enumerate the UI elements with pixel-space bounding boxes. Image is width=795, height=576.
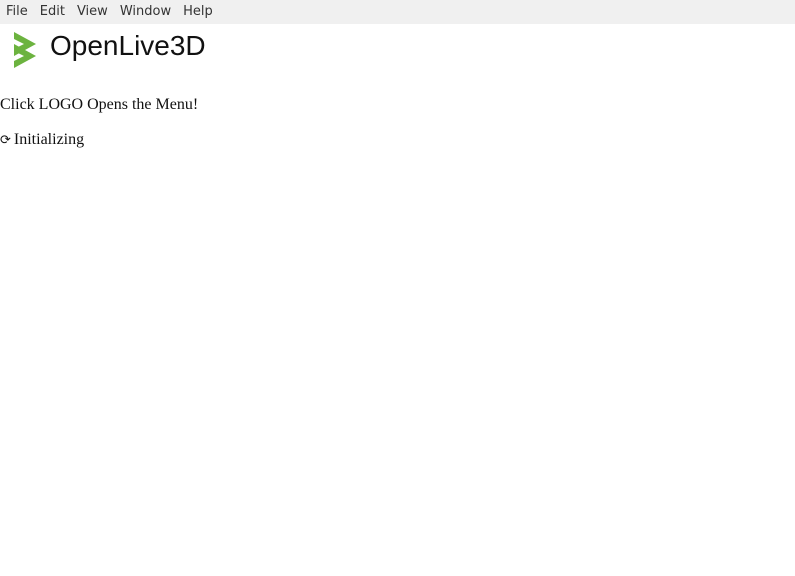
menu-window[interactable]: Window — [120, 0, 171, 24]
logo-svg — [14, 32, 36, 68]
openlive3d-logo-icon[interactable] — [12, 30, 38, 70]
menu-file[interactable]: File — [6, 0, 28, 24]
menubar: File Edit View Window Help — [0, 0, 795, 24]
menu-edit[interactable]: Edit — [40, 0, 65, 24]
menu-view[interactable]: View — [77, 0, 108, 24]
status-line: ⟳ Initializing — [0, 130, 84, 151]
menu-hint-text: Click LOGO Opens the Menu! — [0, 96, 199, 113]
app-title: OpenLive3D — [50, 30, 206, 61]
menu-help[interactable]: Help — [183, 0, 213, 24]
status-text: Initializing — [13, 131, 85, 148]
loading-spinner-icon: ⟳ — [0, 133, 11, 148]
